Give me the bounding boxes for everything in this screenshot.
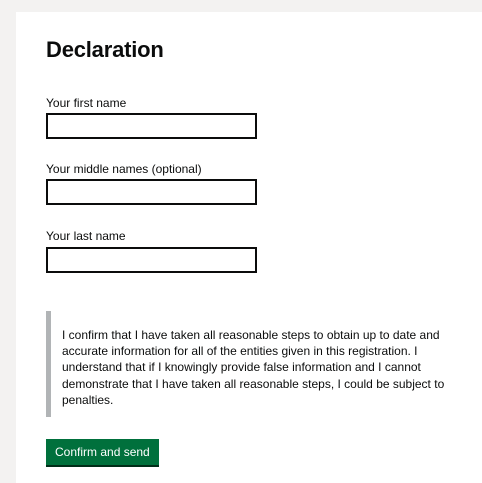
declaration-text: I confirm that I have taken all reasonab…: [62, 328, 445, 407]
last-name-label: Your last name: [46, 229, 126, 243]
confirm-and-send-button[interactable]: Confirm and send: [46, 439, 159, 465]
declaration-inset: I confirm that I have taken all reasonab…: [46, 311, 466, 417]
form-panel: Declaration Your first name Your middle …: [16, 12, 482, 483]
middle-names-label: Your middle names (optional): [46, 162, 202, 176]
first-name-input[interactable]: [46, 113, 257, 139]
last-name-input[interactable]: [46, 247, 257, 273]
first-name-label: Your first name: [46, 96, 127, 110]
page-title: Declaration: [46, 37, 164, 62]
middle-names-input[interactable]: [46, 179, 257, 205]
